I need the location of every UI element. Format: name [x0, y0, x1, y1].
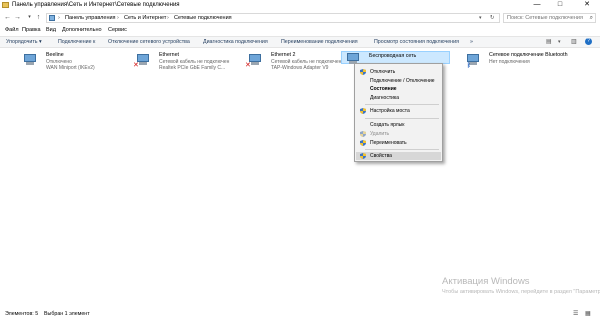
shield-icon: [360, 131, 366, 137]
adapter-name: Ethernet 2: [271, 52, 296, 58]
maximize-button[interactable]: □: [551, 0, 569, 11]
bluetooth-network-icon: ᛒ: [466, 54, 480, 69]
change-view-icon[interactable]: ▤: [546, 38, 552, 45]
status-bar: Элементов: 5 Выбран 1 элемент ☰ ▦: [0, 309, 600, 320]
forward-button[interactable]: →: [13, 13, 22, 22]
breadcrumb-separator: ›: [167, 15, 169, 21]
menu-tools[interactable]: Сервис: [108, 27, 127, 33]
menu-separator: [365, 118, 439, 119]
menu-item-create-shortcut[interactable]: Создать ярлык: [356, 121, 441, 129]
watermark-text: Чтобы активировать Windows, перейдите в …: [442, 289, 600, 295]
breadcrumb-control-panel[interactable]: Панель управления: [65, 15, 116, 21]
menu-item-properties[interactable]: Свойства: [356, 152, 441, 160]
rename-button[interactable]: Переименование подключения: [281, 39, 358, 45]
menu-item-status[interactable]: Состояние: [356, 85, 441, 93]
menu-file[interactable]: Файл: [5, 27, 19, 33]
help-icon[interactable]: ?: [585, 38, 592, 45]
adapter-name: Беспроводная сеть: [369, 53, 417, 59]
ethernet-disconnected-icon: ✕: [245, 54, 262, 69]
menu-advanced[interactable]: Дополнительно: [62, 27, 102, 33]
shield-icon: [360, 69, 366, 75]
large-icons-view-icon[interactable]: ▦: [585, 310, 591, 317]
menu-item-disable[interactable]: Отключить: [356, 68, 441, 76]
details-view-icon[interactable]: ☰: [573, 310, 578, 317]
minimize-button[interactable]: —: [528, 0, 546, 11]
menu-view[interactable]: Вид: [46, 27, 56, 33]
adapter-status: Нет подключения: [489, 59, 530, 65]
shield-icon: [360, 153, 366, 159]
disable-device-button[interactable]: Отключение сетевого устройства: [108, 39, 190, 45]
adapter-ethernet[interactable]: ✕ Ethernet Сетевой кабель не подключен R…: [133, 52, 236, 76]
search-box[interactable]: ⌕: [503, 13, 596, 23]
refresh-icon[interactable]: ↻: [490, 15, 495, 21]
more-commands-button[interactable]: »: [470, 39, 473, 45]
search-input[interactable]: [504, 14, 587, 22]
title-bar: Панель управления\Сеть и Интернет\Сетевы…: [0, 0, 600, 11]
menu-edit[interactable]: Правка: [22, 27, 41, 33]
network-folder-icon: [2, 2, 9, 8]
menu-bar: Файл Правка Вид Дополнительно Сервис: [0, 25, 600, 36]
adapter-beeline[interactable]: Beeline Отключено WAN Miniport (IKEv2): [23, 52, 115, 76]
context-menu: Отключить Подключение / Отключение Состо…: [354, 63, 443, 162]
adapter-name: Ethernet: [159, 52, 180, 58]
menu-item-rename[interactable]: Переименовать: [356, 139, 441, 147]
organize-button[interactable]: Упорядочить ▾: [6, 39, 42, 45]
menu-separator: [365, 104, 439, 105]
preview-pane-icon[interactable]: ▥: [571, 38, 577, 45]
view-dropdown-icon[interactable]: ▾: [558, 39, 561, 45]
address-dropdown-icon[interactable]: ▾: [479, 15, 482, 21]
menu-item-connect-disconnect[interactable]: Подключение / Отключение: [356, 77, 441, 85]
vpn-connection-icon: [23, 54, 37, 66]
ethernet-disconnected-icon: ✕: [133, 54, 150, 69]
menu-item-bridge[interactable]: Настройка моста: [356, 107, 441, 115]
menu-item-delete[interactable]: Удалить: [356, 130, 441, 138]
address-row: ← → ▾ ↑ › Панель управления › Сеть и Инт…: [0, 11, 600, 25]
adapter-device: Realtek PCIe GbE Family C...: [159, 65, 226, 71]
adapter-ethernet-2[interactable]: ✕ Ethernet 2 Сетевой кабель не подключен…: [245, 52, 341, 76]
recent-locations-icon[interactable]: ▾: [25, 13, 34, 22]
back-button[interactable]: ←: [3, 13, 12, 22]
breadcrumb-separator: ›: [58, 15, 60, 21]
breadcrumb-network-connections[interactable]: Сетевые подключения: [174, 15, 232, 21]
up-button[interactable]: ↑: [34, 13, 43, 22]
breadcrumb-separator: ›: [117, 15, 119, 21]
adapter-device: TAP-Windows Adapter V9: [271, 65, 329, 71]
search-icon[interactable]: ⌕: [590, 15, 593, 22]
command-bar: Упорядочить ▾ Подключение к Отключение с…: [0, 36, 600, 48]
shield-icon: [360, 108, 366, 114]
breadcrumb-network-internet[interactable]: Сеть и Интернет: [124, 15, 166, 21]
connect-to-button[interactable]: Подключение к: [58, 39, 95, 45]
shield-icon: [360, 140, 366, 146]
close-button[interactable]: ✕: [578, 0, 596, 11]
adapter-bluetooth[interactable]: ᛒ Сетевое подключение Bluetooth Нет подк…: [466, 52, 586, 76]
menu-item-diagnose[interactable]: Диагностика: [356, 94, 441, 102]
control-panel-icon: [49, 15, 55, 21]
watermark-title: Активация Windows: [442, 276, 530, 287]
selection-count: Выбран 1 элемент: [44, 311, 90, 317]
window-title: Панель управления\Сеть и Интернет\Сетевы…: [12, 2, 180, 8]
adapter-name: Beeline: [46, 52, 64, 58]
diagnose-button[interactable]: Диагностика подключения: [203, 39, 268, 45]
menu-separator: [365, 149, 439, 150]
adapter-name: Сетевое подключение Bluetooth: [489, 52, 568, 58]
items-count: Элементов: 5: [5, 311, 39, 317]
view-status-button[interactable]: Просмотр состояния подключения: [374, 39, 459, 45]
adapter-device: WAN Miniport (IKEv2): [46, 65, 95, 71]
address-bar[interactable]: › Панель управления › Сеть и Интернет › …: [46, 13, 500, 23]
activation-watermark: Активация Windows Чтобы активировать Win…: [442, 276, 600, 296]
